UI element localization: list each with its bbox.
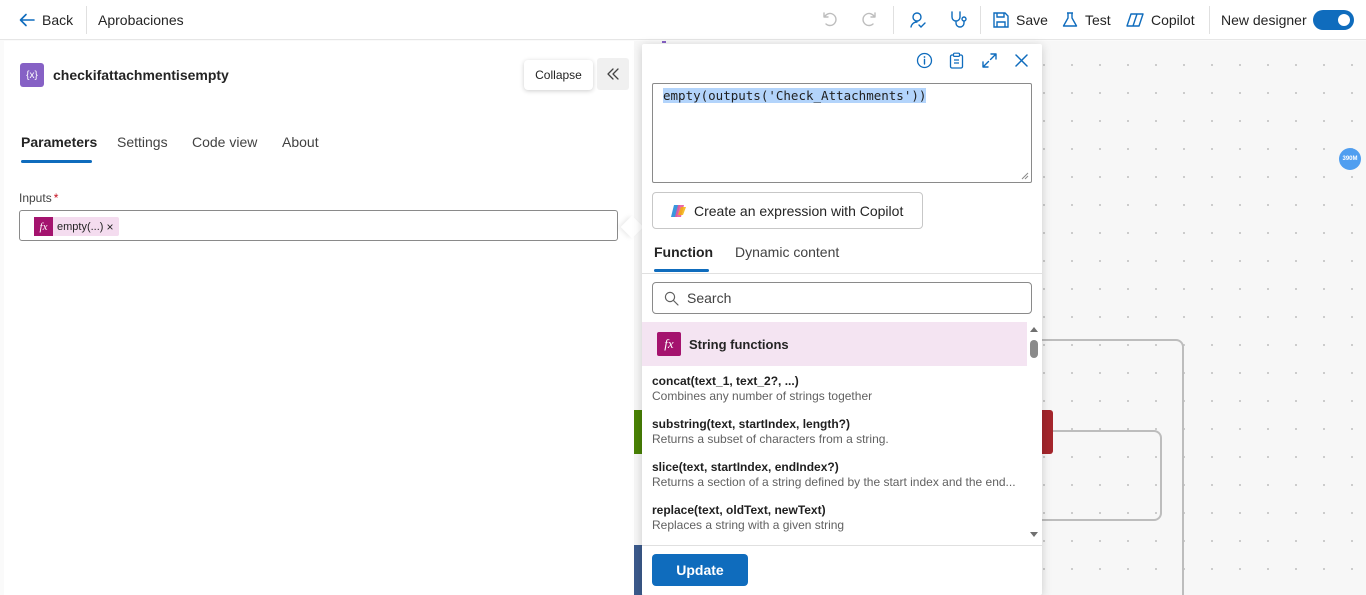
function-list: fx String functions concat(text_1, text_… bbox=[642, 322, 1042, 544]
collapse-tooltip: Collapse bbox=[524, 60, 593, 90]
flow-name: Aprobaciones bbox=[98, 12, 184, 28]
function-description: Combines any number of strings together bbox=[652, 389, 873, 403]
search-placeholder: Search bbox=[687, 290, 732, 306]
tab-dynamic-content[interactable]: Dynamic content bbox=[735, 244, 839, 260]
function-item-replace[interactable]: replace(text, oldText, newText) Replaces… bbox=[652, 503, 1022, 533]
action-icon: {x} bbox=[20, 63, 44, 87]
function-description: Returns a subset of characters from a st… bbox=[652, 432, 889, 446]
topbar-divider bbox=[980, 6, 981, 34]
topbar-divider bbox=[1209, 6, 1210, 34]
search-icon bbox=[664, 291, 679, 306]
copilot-icon bbox=[1125, 11, 1145, 29]
inputs-label: Inputs * bbox=[19, 191, 58, 205]
tab-about[interactable]: About bbox=[282, 134, 319, 150]
token-remove-icon[interactable]: × bbox=[106, 220, 113, 234]
close-icon[interactable] bbox=[1013, 52, 1030, 69]
copilot-expression-label: Create an expression with Copilot bbox=[694, 202, 904, 219]
tab-active-indicator bbox=[21, 160, 92, 163]
scroll-down-icon[interactable] bbox=[1030, 532, 1038, 538]
save-button[interactable]: Save bbox=[992, 11, 1048, 29]
new-designer-label: New designer bbox=[1221, 12, 1307, 28]
scope-inner-branch bbox=[1034, 430, 1162, 521]
copilot-expression-button[interactable]: Create an expression with Copilot bbox=[652, 192, 923, 229]
tab-code-view[interactable]: Code view bbox=[192, 134, 257, 150]
tab-settings[interactable]: Settings bbox=[117, 134, 168, 150]
scrollbar-thumb[interactable] bbox=[1030, 340, 1038, 358]
update-button[interactable]: Update bbox=[652, 554, 748, 586]
copilot-label: Copilot bbox=[1151, 12, 1195, 28]
test-label: Test bbox=[1085, 12, 1111, 28]
topbar-divider bbox=[893, 6, 894, 34]
info-icon[interactable] bbox=[916, 52, 933, 69]
action-title[interactable]: checkifattachmentisempty bbox=[53, 67, 229, 83]
top-bar: Back Aprobaciones Save Test Copilot New … bbox=[0, 0, 1366, 40]
topbar-divider bbox=[86, 6, 87, 34]
function-tab-indicator bbox=[654, 269, 709, 272]
save-label: Save bbox=[1016, 12, 1048, 28]
function-item-substring[interactable]: substring(text, startIndex, length?) Ret… bbox=[652, 417, 1022, 447]
token-label: empty(...) bbox=[57, 220, 104, 233]
expression-token[interactable]: fx empty(...) × bbox=[34, 217, 120, 236]
save-icon bbox=[992, 11, 1010, 29]
tab-parameters[interactable]: Parameters bbox=[21, 134, 97, 150]
inputs-label-text: Inputs bbox=[19, 191, 52, 205]
redo-icon[interactable] bbox=[861, 10, 879, 28]
function-name: concat(text_1, text_2?, ...) bbox=[652, 374, 799, 388]
copilot-color-icon bbox=[670, 202, 688, 220]
canvas-node-connector bbox=[662, 41, 666, 43]
stethoscope-icon[interactable] bbox=[948, 10, 968, 30]
chevron-double-left-icon bbox=[606, 67, 620, 81]
clipboard-icon[interactable] bbox=[948, 52, 965, 69]
back-button[interactable]: Back bbox=[18, 11, 73, 29]
arrow-left-icon bbox=[18, 11, 36, 29]
canvas-dark-node[interactable] bbox=[634, 545, 642, 595]
back-label: Back bbox=[42, 12, 74, 28]
canvas-zoom-badge[interactable]: 390M bbox=[1339, 148, 1361, 170]
function-name: replace(text, oldText, newText) bbox=[652, 503, 826, 517]
expand-icon[interactable] bbox=[981, 52, 998, 69]
function-description: Returns a section of a string defined by… bbox=[652, 475, 1016, 489]
expression-textarea[interactable]: empty(outputs('Check_Attachments')) bbox=[652, 83, 1032, 183]
fx-icon: fx bbox=[34, 217, 53, 236]
copilot-button[interactable]: Copilot bbox=[1125, 11, 1195, 29]
test-button[interactable]: Test bbox=[1061, 11, 1111, 29]
expression-text: empty(outputs('Check_Attachments')) bbox=[663, 88, 927, 103]
function-item-slice[interactable]: slice(text, startIndex, endIndex?) Retur… bbox=[652, 460, 1022, 490]
new-designer-toggle[interactable] bbox=[1313, 10, 1354, 30]
category-label: String functions bbox=[689, 336, 789, 352]
fx-icon: fx bbox=[657, 332, 681, 356]
undo-icon[interactable] bbox=[820, 10, 838, 28]
tab-function[interactable]: Function bbox=[654, 244, 713, 260]
function-list-scrollbar[interactable] bbox=[1028, 322, 1040, 544]
category-header-string-functions[interactable]: fx String functions bbox=[642, 322, 1027, 366]
function-item-concat[interactable]: concat(text_1, text_2?, ...) Combines an… bbox=[652, 374, 1022, 404]
flow-checker-icon[interactable] bbox=[908, 10, 928, 30]
inputs-field[interactable]: fx empty(...) × bbox=[19, 210, 618, 241]
canvas-green-node[interactable] bbox=[634, 410, 642, 454]
flask-icon bbox=[1061, 11, 1079, 29]
function-name: slice(text, startIndex, endIndex?) bbox=[652, 460, 839, 474]
collapse-button[interactable] bbox=[597, 58, 629, 90]
resize-handle-icon[interactable] bbox=[1020, 171, 1029, 180]
footer-divider bbox=[642, 545, 1042, 546]
scroll-up-icon[interactable] bbox=[1030, 326, 1038, 332]
tabs-divider bbox=[642, 273, 1042, 274]
function-name: substring(text, startIndex, length?) bbox=[652, 417, 851, 431]
required-mark: * bbox=[53, 191, 59, 205]
action-details-panel: {x} checkifattachmentisempty Collapse Pa… bbox=[4, 41, 634, 595]
expression-editor-popup: empty(outputs('Check_Attachments')) Crea… bbox=[642, 44, 1042, 595]
function-search-box[interactable]: Search bbox=[652, 282, 1032, 314]
function-description: Replaces a string with a given string bbox=[652, 518, 845, 532]
toggle-knob bbox=[1338, 14, 1350, 26]
